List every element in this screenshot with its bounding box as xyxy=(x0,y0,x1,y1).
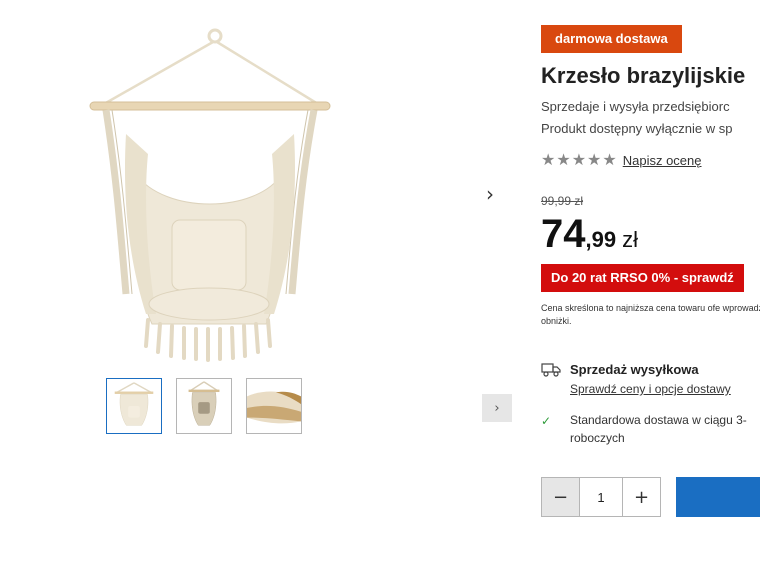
product-rating: ★ ★ ★ ★ ★ Napisz ocenę xyxy=(541,152,760,168)
shipping-section: Sprzedaż wysyłkowa Sprawdź ceny i opcje … xyxy=(541,362,760,447)
old-price: 99,99 zł xyxy=(541,194,584,208)
cushion-detail-thumbnail xyxy=(247,379,301,433)
price-currency: zł xyxy=(622,227,638,252)
free-delivery-badge: darmowa dostawa xyxy=(541,25,682,53)
current-price: 74 ,99 zł xyxy=(541,212,760,256)
delivery-info: ✓ Standardowa dostawa w ciągu 3- roboczy… xyxy=(541,411,760,447)
rating-stars[interactable]: ★ ★ ★ ★ ★ xyxy=(541,152,617,168)
price-decimal: ,99 xyxy=(585,227,617,252)
quantity-decrease-button[interactable]: − xyxy=(542,478,580,516)
product-title: Krzesło brazylijskie xyxy=(541,63,746,88)
hammock-chair-illustration xyxy=(89,28,331,362)
product-page: › › darmowa dostawa Krzesło brazylijskie… xyxy=(0,0,760,570)
chevron-right-icon: › xyxy=(486,182,494,206)
shipping-title: Sprzedaż wysyłkowa xyxy=(570,362,699,377)
thumbnail-2[interactable] xyxy=(176,378,232,434)
product-main-image[interactable] xyxy=(86,24,332,364)
chevron-right-icon: › xyxy=(494,400,500,416)
shipping-header: Sprzedaż wysyłkowa xyxy=(541,362,760,377)
quantity-increase-button[interactable]: + xyxy=(622,478,660,516)
gallery-next-button[interactable]: › xyxy=(480,182,500,206)
add-to-cart-button[interactable] xyxy=(676,477,760,517)
star-icon: ★ xyxy=(556,150,571,169)
installment-button[interactable]: Do 20 rat RRSO 0% - sprawdź xyxy=(541,264,744,292)
thumbnail-strip xyxy=(106,378,302,434)
price-note: Cena skreślona to najniższa cena towaru … xyxy=(541,303,760,326)
seller-line-2: Produkt dostępny wyłącznie w sp xyxy=(541,121,733,136)
price-integer: 74 xyxy=(541,212,586,256)
hammock-chair-angle-thumbnail xyxy=(177,379,231,433)
thumbnail-1[interactable] xyxy=(106,378,162,434)
hammock-chair-thumbnail xyxy=(107,379,161,433)
truck-icon xyxy=(541,362,561,377)
thumbnails-next-button[interactable]: › xyxy=(482,394,512,422)
star-icon: ★ xyxy=(541,150,556,169)
delivery-text: Standardowa dostawa w ciągu 3- roboczych xyxy=(570,413,747,445)
shipping-options-link[interactable]: Sprawdź ceny i opcje dostawy xyxy=(570,382,760,396)
star-icon: ★ xyxy=(587,150,602,169)
seller-line-1: Sprzedaje i wysyła przedsiębiorc xyxy=(541,99,730,114)
thumbnail-3[interactable] xyxy=(246,378,302,434)
write-review-link[interactable]: Napisz ocenę xyxy=(623,153,702,168)
star-icon: ★ xyxy=(602,150,617,169)
check-icon: ✓ xyxy=(541,414,552,428)
purchase-row: − 1 + xyxy=(541,477,760,517)
quantity-value[interactable]: 1 xyxy=(580,478,622,516)
star-icon: ★ xyxy=(571,150,587,169)
quantity-stepper: − 1 + xyxy=(541,477,661,517)
product-details: darmowa dostawa Krzesło brazylijskie Spr… xyxy=(541,25,760,517)
seller-info: Sprzedaje i wysyła przedsiębiorc Produkt… xyxy=(541,96,760,140)
